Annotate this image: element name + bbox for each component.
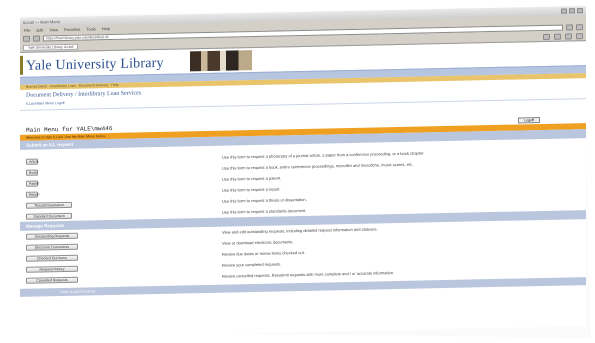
window-controls bbox=[561, 8, 583, 14]
banner-photo bbox=[190, 50, 252, 72]
home-icon[interactable] bbox=[543, 33, 550, 40]
request-button[interactable]: Outstanding Requests bbox=[26, 232, 78, 240]
manage-request-list: Outstanding Requests View and edit outsta… bbox=[20, 219, 586, 286]
request-button[interactable]: Electronic Documents bbox=[26, 243, 78, 251]
menu-favorites[interactable]: Favorites bbox=[64, 27, 80, 32]
go-icon[interactable] bbox=[566, 24, 573, 31]
submit-request-list: Article Use this form to request a photoc… bbox=[20, 138, 586, 222]
request-description: View and edit outstanding requests, incl… bbox=[222, 226, 378, 235]
request-button[interactable]: Patent bbox=[26, 180, 39, 187]
library-logo[interactable]: Yale University Library bbox=[26, 56, 164, 77]
request-button[interactable]: Book bbox=[26, 169, 38, 176]
page-icon[interactable] bbox=[565, 33, 572, 40]
request-description: View or download electronic documents. bbox=[222, 239, 294, 246]
request-description: Review cancelled requests. Resubmit requ… bbox=[222, 270, 395, 279]
back-icon[interactable] bbox=[23, 35, 30, 42]
request-button[interactable]: Cancelled Requests bbox=[26, 276, 78, 284]
logoff-button[interactable]: Logoff bbox=[518, 116, 540, 123]
menu-file[interactable]: File bbox=[24, 28, 30, 33]
close-icon[interactable] bbox=[577, 8, 583, 14]
search-icon[interactable] bbox=[576, 24, 583, 31]
request-description: Review due dates or renew items checked … bbox=[222, 249, 305, 257]
tools-icon[interactable] bbox=[576, 33, 583, 40]
request-description: Use this form to request a standards doc… bbox=[222, 207, 307, 215]
request-description: Use this form to request a patent. bbox=[222, 175, 282, 182]
forward-icon[interactable] bbox=[33, 35, 40, 42]
menu-view[interactable]: View bbox=[49, 27, 58, 32]
menu-tools[interactable]: Tools bbox=[86, 26, 95, 31]
banner-accent bbox=[20, 55, 23, 75]
menu-edit[interactable]: Edit bbox=[36, 27, 43, 32]
request-button[interactable]: Report bbox=[26, 191, 40, 198]
request-description: Use this form to request a report. bbox=[222, 186, 281, 193]
request-button[interactable]: Standard Document bbox=[26, 212, 72, 220]
request-button[interactable]: Article bbox=[26, 158, 39, 165]
request-description: Use this form to request a thesis or dis… bbox=[222, 196, 307, 204]
print-icon[interactable] bbox=[554, 33, 561, 40]
minimize-icon[interactable] bbox=[561, 8, 567, 14]
request-button[interactable]: Checked Out Items bbox=[26, 254, 78, 262]
request-button[interactable]: Request History bbox=[26, 265, 78, 273]
page-content: Yale University Library Borrow Direct · … bbox=[20, 41, 586, 297]
menu-help[interactable]: Help bbox=[102, 26, 110, 31]
command-bar bbox=[543, 33, 583, 40]
tab-illiad[interactable]: Yale University Library ILLiad bbox=[23, 43, 79, 51]
maximize-icon[interactable] bbox=[569, 8, 575, 14]
browser-window: ILLiad — Main Menu File Edit View Favori… bbox=[20, 6, 586, 338]
request-description: Review your completed requests. bbox=[222, 261, 282, 268]
request-button[interactable]: Thesis/Dissertation bbox=[26, 201, 72, 209]
